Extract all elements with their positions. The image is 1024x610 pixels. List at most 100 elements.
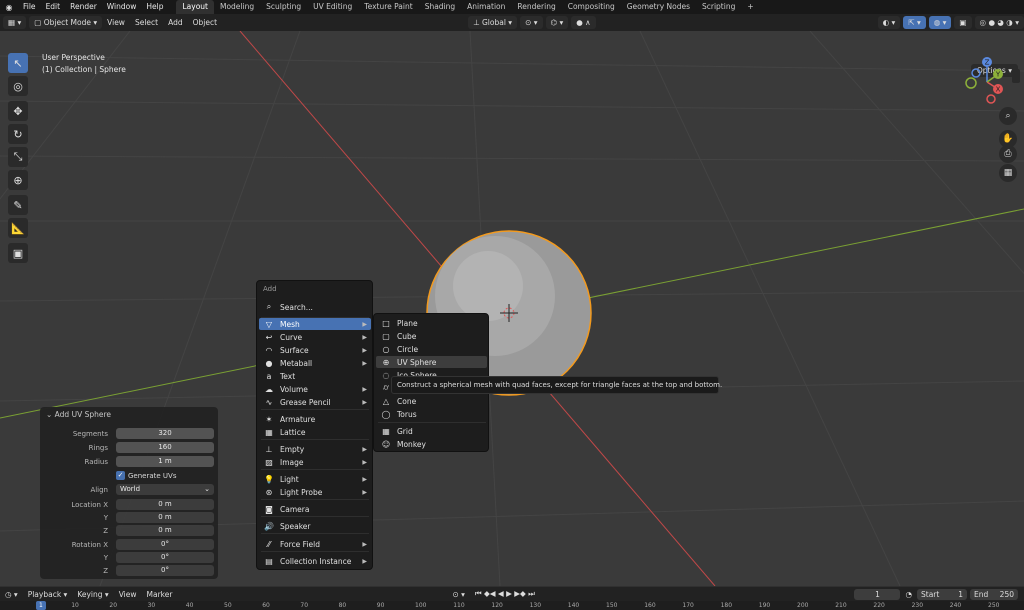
menu-item-text[interactable]: a Text bbox=[259, 370, 371, 382]
menu-item-grid[interactable]: ▦ Grid bbox=[376, 425, 487, 437]
move-tool-icon[interactable]: ✥ bbox=[8, 101, 28, 121]
end-frame-field[interactable]: End 250 bbox=[970, 588, 1018, 600]
blender-logo-icon[interactable]: ◉ bbox=[0, 3, 18, 12]
menu-view[interactable]: View bbox=[102, 14, 130, 31]
mode-dropdown[interactable]: ▢ Object Mode ▾ bbox=[29, 16, 103, 29]
tab-uv-editing[interactable]: UV Editing bbox=[307, 0, 358, 14]
align-dropdown[interactable]: World ⌄ bbox=[116, 484, 214, 495]
ruler-frame-number: 10 bbox=[71, 602, 79, 609]
tab-animation[interactable]: Animation bbox=[461, 0, 511, 14]
menu-select[interactable]: Select bbox=[130, 14, 163, 31]
menu-item-light[interactable]: 💡 Light ▶ bbox=[259, 473, 371, 485]
rotate-tool-icon[interactable]: ↻ bbox=[8, 124, 28, 144]
orientation-dropdown[interactable]: ⊥ Global ▾ bbox=[468, 16, 518, 29]
tab-geometry-nodes[interactable]: Geometry Nodes bbox=[621, 0, 696, 14]
rotation-z-field[interactable]: 0° bbox=[116, 565, 214, 576]
add-cube-tool-icon[interactable]: ▣ bbox=[8, 243, 28, 263]
menu-item-speaker[interactable]: 🔊 Speaker bbox=[259, 520, 371, 532]
menu-item-grease-pencil[interactable]: ∿ Grease Pencil ▶ bbox=[259, 396, 371, 408]
shading-modes[interactable]: ◎ ● ◕ ◑ ▾ bbox=[974, 16, 1024, 29]
menu-render[interactable]: Render bbox=[65, 0, 102, 14]
menu-item-torus[interactable]: ◯ Torus bbox=[376, 408, 487, 420]
location-y-field[interactable]: 0 m bbox=[116, 512, 214, 523]
rings-field[interactable]: 160 bbox=[116, 442, 214, 453]
frame-ruler[interactable]: 1 10 20 30 40 50 60 70 80 90 100 110 120 130 140 150 160… bbox=[0, 601, 1024, 610]
transform-tool-icon[interactable]: ⊕ bbox=[8, 170, 28, 190]
proportional-edit-toggle[interactable]: ● ∧ bbox=[571, 16, 596, 29]
navigation-gizmo[interactable]: X Z Y bbox=[962, 55, 1012, 105]
view-menu[interactable]: View bbox=[114, 590, 142, 599]
select-box-tool-icon[interactable]: ↖ bbox=[8, 53, 28, 73]
location-x-field[interactable]: 0 m bbox=[116, 499, 214, 510]
gizmo-toggle[interactable]: ⇱ ▾ bbox=[903, 16, 926, 29]
menu-item-armature[interactable]: ✶ Armature bbox=[259, 413, 371, 425]
rotation-x-field[interactable]: 0° bbox=[116, 539, 214, 550]
generate-uvs-checkbox[interactable]: ✓ bbox=[116, 471, 125, 480]
menu-item-camera[interactable]: ◙ Camera bbox=[259, 503, 371, 515]
pivot-dropdown[interactable]: ⊙ ▾ bbox=[520, 16, 543, 29]
menu-item-uv-sphere[interactable]: ⊕ UV Sphere bbox=[376, 356, 487, 368]
zoom-icon[interactable]: ⌕ bbox=[999, 107, 1017, 125]
camera-view-icon[interactable]: ⎙ bbox=[999, 145, 1017, 163]
menu-item-surface[interactable]: ◠ Surface ▶ bbox=[259, 344, 371, 356]
tab-texture-paint[interactable]: Texture Paint bbox=[358, 0, 418, 14]
menu-item-monkey[interactable]: ☺ Monkey bbox=[376, 438, 487, 450]
tab-shading[interactable]: Shading bbox=[419, 0, 461, 14]
gizmo-y-label: Y bbox=[995, 71, 1001, 79]
sidebar-toggle-arrow-icon[interactable] bbox=[1012, 69, 1020, 83]
segments-field[interactable]: 320 bbox=[116, 428, 214, 439]
menu-item-image[interactable]: ▨ Image ▶ bbox=[259, 456, 371, 468]
menu-object[interactable]: Object bbox=[188, 14, 222, 31]
snap-toggle[interactable]: ⌬ ▾ bbox=[545, 16, 569, 29]
keying-menu[interactable]: Keying ▾ bbox=[72, 590, 113, 599]
add-workspace-button[interactable]: + bbox=[741, 0, 759, 14]
menu-item-light-probe[interactable]: ⊛ Light Probe ▶ bbox=[259, 486, 371, 498]
tab-sculpting[interactable]: Sculpting bbox=[260, 0, 307, 14]
menu-add[interactable]: Add bbox=[163, 14, 188, 31]
playback-menu[interactable]: Playback ▾ bbox=[23, 590, 73, 599]
menu-edit[interactable]: Edit bbox=[41, 0, 66, 14]
panel-title[interactable]: ⌄ Add UV Sphere bbox=[46, 410, 111, 419]
location-z-field[interactable]: 0 m bbox=[116, 525, 214, 536]
radius-field[interactable]: 1 m bbox=[116, 456, 214, 467]
cursor-tool-icon[interactable]: ◎ bbox=[8, 76, 28, 96]
menu-item-lattice[interactable]: ▦ Lattice bbox=[259, 426, 371, 438]
tab-modeling[interactable]: Modeling bbox=[214, 0, 260, 14]
menu-help[interactable]: Help bbox=[141, 0, 168, 14]
menu-item-metaball[interactable]: ● Metaball ▶ bbox=[259, 357, 371, 369]
tab-layout[interactable]: Layout bbox=[176, 0, 214, 14]
menu-window[interactable]: Window bbox=[102, 0, 142, 14]
menu-file[interactable]: File bbox=[18, 0, 41, 14]
menu-item-curve[interactable]: ↩ Curve ▶ bbox=[259, 331, 371, 343]
tab-scripting[interactable]: Scripting bbox=[696, 0, 741, 14]
menu-item-force-field[interactable]: ⁄⁄ Force Field ▶ bbox=[259, 538, 371, 550]
menu-item-cone[interactable]: △ Cone bbox=[376, 395, 487, 407]
menu-item-cube[interactable]: ▢ Cube bbox=[376, 330, 487, 342]
editor-type-button[interactable]: ▦ ▾ bbox=[3, 16, 27, 29]
menu-item-plane[interactable]: □ Plane bbox=[376, 317, 487, 329]
clock-icon[interactable]: ◔ bbox=[900, 590, 917, 599]
menu-item-mesh[interactable]: ▽ Mesh ▶ bbox=[259, 318, 371, 330]
menu-item-circle[interactable]: ○ Circle bbox=[376, 343, 487, 355]
measure-tool-icon[interactable]: 📐 bbox=[8, 218, 28, 238]
current-frame-field[interactable]: 1 bbox=[854, 588, 901, 600]
rotation-y-field[interactable]: 0° bbox=[116, 552, 214, 563]
record-button[interactable]: ⊙ ▾ bbox=[447, 590, 469, 599]
mode-label: Object Mode bbox=[43, 18, 91, 27]
menu-search[interactable]: ⌕ Search... bbox=[259, 301, 371, 313]
playback-controls[interactable]: ⏮ ◆◀ ◀ ▶ ▶◆ ⏭ bbox=[470, 589, 540, 599]
visibility-dropdown[interactable]: ◐ ▾ bbox=[877, 16, 901, 29]
menu-item-collection-instance[interactable]: ▤ Collection Instance ▶ bbox=[259, 555, 371, 567]
overlay-toggle[interactable]: ◍ ▾ bbox=[928, 16, 952, 29]
menu-item-empty[interactable]: ⊥ Empty ▶ bbox=[259, 443, 371, 455]
marker-menu[interactable]: Marker bbox=[142, 590, 178, 599]
annotate-tool-icon[interactable]: ✎ bbox=[8, 195, 28, 215]
tab-compositing[interactable]: Compositing bbox=[562, 0, 621, 14]
menu-item-volume[interactable]: ☁ Volume ▶ bbox=[259, 383, 371, 395]
xray-toggle[interactable]: ▣ bbox=[954, 16, 972, 29]
timeline-editor-icon[interactable]: ◷ ▾ bbox=[0, 590, 23, 599]
perspective-grid-icon[interactable]: ▦ bbox=[999, 164, 1017, 182]
scale-tool-icon[interactable]: ⤡ bbox=[8, 147, 28, 167]
start-frame-field[interactable]: Start 1 bbox=[917, 588, 967, 600]
tab-rendering[interactable]: Rendering bbox=[511, 0, 561, 14]
